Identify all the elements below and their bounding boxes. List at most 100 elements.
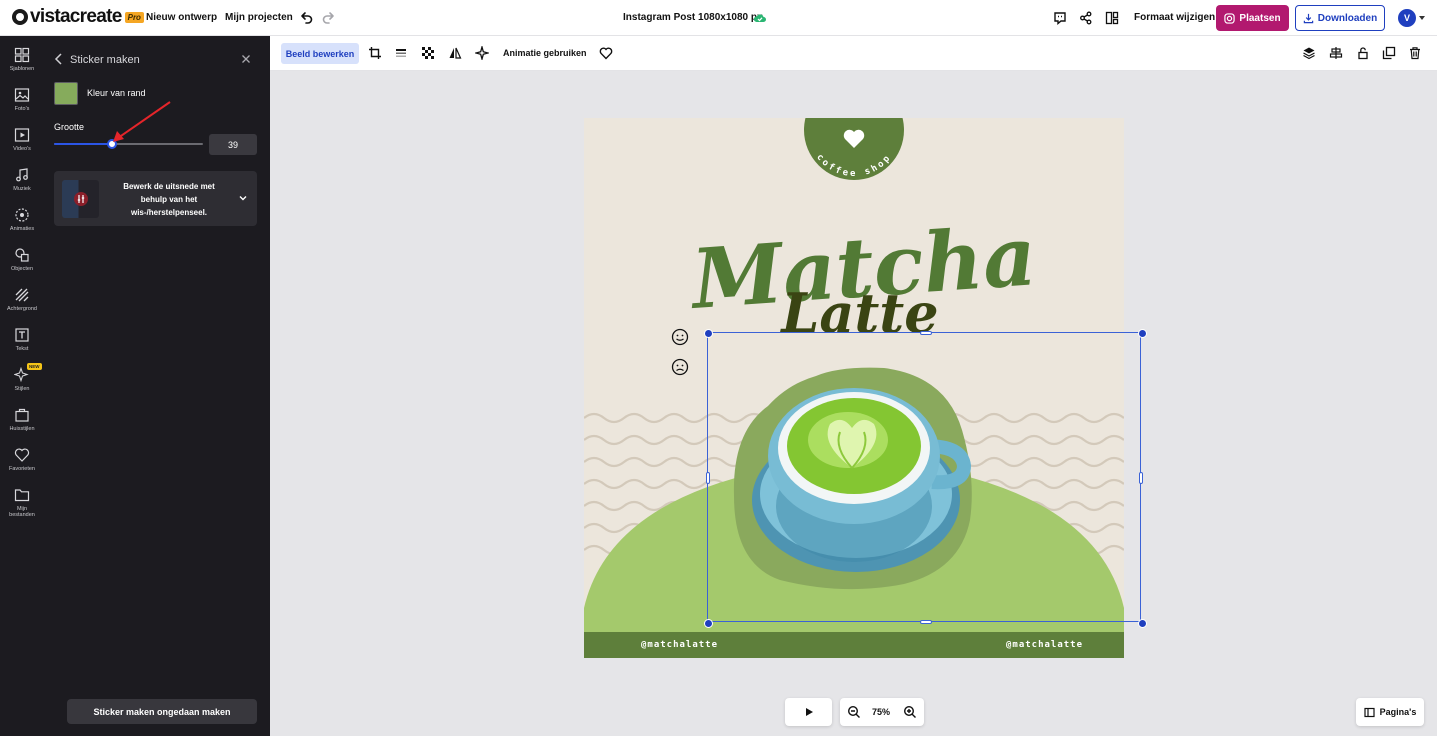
sidebar-item-objects[interactable]: Objecten	[0, 244, 44, 282]
play-icon	[805, 708, 813, 716]
zoom-out-icon[interactable]	[847, 705, 861, 719]
new-badge: NEW	[27, 363, 42, 370]
sidebar-item-label: Foto's	[14, 106, 30, 112]
sidebar-item-label: Favorieten	[9, 466, 35, 472]
sidebar-item-brand-kits[interactable]: Huisstijlen	[0, 404, 44, 442]
context-toolbar: Beeld bewerken Animatie gebruiken	[270, 36, 1437, 71]
design-artboard[interactable]: coffee shop Matcha Latte @matchalatte @m…	[584, 118, 1124, 658]
chevron-down-icon[interactable]	[238, 193, 248, 203]
folder-icon	[14, 489, 30, 502]
play-button[interactable]	[785, 698, 832, 726]
text-icon	[15, 328, 29, 342]
new-design-link[interactable]: Nieuw ontwerp	[146, 12, 217, 23]
my-projects-link[interactable]: Mijn projecten	[225, 12, 293, 23]
eraser-tip-text: Bewerk de uitsnede met behulp van het wi…	[123, 182, 215, 217]
social-handle-left: @matchalatte	[641, 640, 719, 650]
animation-icon	[15, 208, 29, 222]
layers-icon[interactable]	[1302, 46, 1316, 60]
sidebar-item-templates[interactable]: Sjablonen	[0, 44, 44, 82]
size-label: Grootte	[54, 122, 85, 132]
sidebar-item-favorites[interactable]: Favorieten	[0, 444, 44, 482]
logo-text: vistacreate	[30, 6, 122, 27]
pro-badge: Pro	[124, 11, 144, 23]
sidebar-item-label: Video's	[13, 146, 31, 152]
pages-button[interactable]: Pagina's	[1356, 698, 1424, 726]
sidebar-item-label: Achtergrond	[7, 306, 37, 312]
instagram-icon	[1224, 12, 1236, 24]
favorite-heart-icon[interactable]	[599, 46, 613, 60]
cloud-saved-icon	[753, 14, 766, 22]
photo-icon	[14, 88, 30, 102]
resize-handle-top-right[interactable]	[1137, 328, 1147, 338]
background-icon	[15, 288, 29, 302]
sidebar-item-my-files[interactable]: Mijn bestanden	[0, 484, 44, 522]
layout-icon[interactable]	[1104, 10, 1120, 26]
download-button[interactable]: Downloaden	[1295, 5, 1385, 31]
filters-icon[interactable]	[394, 46, 408, 60]
pages-panel-icon	[1364, 707, 1375, 717]
user-avatar[interactable]: V	[1398, 9, 1416, 27]
sidebar-item-label: Stijlen	[14, 386, 30, 392]
sidebar-item-music[interactable]: Muziek	[0, 164, 44, 202]
objects-icon	[15, 248, 29, 262]
logo-mark-icon	[12, 9, 28, 25]
back-arrow-icon[interactable]	[54, 53, 64, 65]
red-arrow-icon	[113, 101, 171, 142]
size-value-input[interactable]: 39	[209, 134, 257, 155]
comment-icon[interactable]	[1052, 10, 1068, 26]
redo-icon[interactable]	[321, 10, 337, 26]
sidebar-item-background[interactable]: Achtergrond	[0, 284, 44, 322]
frown-emoji-icon[interactable]	[671, 358, 689, 376]
trash-icon[interactable]	[1408, 46, 1422, 60]
publish-label: Plaatsen	[1239, 12, 1281, 24]
resize-handle-right[interactable]	[1139, 472, 1143, 484]
flip-icon[interactable]	[448, 46, 462, 60]
heart-icon	[14, 448, 30, 462]
design-graphic: coffee shop Matcha Latte	[584, 118, 1124, 658]
zoom-level[interactable]: 75%	[872, 707, 890, 717]
download-label: Downloaden	[1317, 12, 1378, 24]
transparency-icon[interactable]	[421, 46, 435, 60]
sidebar-item-photos[interactable]: Foto's	[0, 84, 44, 122]
share-icon[interactable]	[1078, 10, 1094, 26]
resize-handle-bottom-right[interactable]	[1137, 618, 1147, 628]
social-handle-right: @matchalatte	[1006, 640, 1084, 650]
undo-icon[interactable]	[298, 10, 314, 26]
sidebar-item-styles[interactable]: NEW Stijlen	[0, 363, 44, 402]
magic-sparkle-icon[interactable]	[475, 46, 489, 60]
close-icon[interactable]	[240, 53, 252, 65]
sidebar-item-animations[interactable]: Animaties	[0, 204, 44, 242]
sidebar-item-label: Objecten	[10, 266, 33, 272]
eraser-brush-thumbnail	[62, 180, 99, 218]
crop-icon[interactable]	[368, 46, 382, 60]
vistacreate-logo[interactable]: vistacreate Pro	[12, 6, 144, 27]
title-latte: Latte	[779, 281, 938, 345]
music-icon	[16, 168, 28, 182]
use-animation-button[interactable]: Animatie gebruiken	[503, 48, 587, 58]
align-icon[interactable]	[1329, 46, 1343, 60]
sidebar-item-label: Mijn bestanden	[9, 506, 35, 518]
publish-button[interactable]: Plaatsen	[1216, 5, 1289, 31]
sidebar-item-label: Huisstijlen	[9, 426, 35, 432]
lock-icon[interactable]	[1356, 46, 1370, 60]
sidebar-item-label: Sjablonen	[9, 66, 35, 72]
sidebar-item-videos[interactable]: Video's	[0, 124, 44, 162]
top-bar: vistacreate Pro Nieuw ontwerp Mijn proje…	[0, 0, 1437, 36]
account-menu-chevron-icon[interactable]	[1419, 16, 1425, 20]
duplicate-icon[interactable]	[1382, 46, 1396, 60]
brand-kit-icon	[15, 408, 29, 422]
sidebar-item-label: Tekst	[15, 346, 29, 352]
undo-sticker-button[interactable]: Sticker maken ongedaan maken	[67, 699, 257, 724]
border-color-label: Kleur van rand	[87, 88, 146, 98]
sidebar-item-label: Muziek	[13, 186, 31, 192]
smile-emoji-icon[interactable]	[671, 328, 689, 346]
sidebar-item-label: Animaties	[9, 226, 35, 232]
pages-label: Pagina's	[1379, 707, 1417, 717]
sidebar-item-text[interactable]: Tekst	[0, 324, 44, 362]
resize-format-button[interactable]: Formaat wijzigen	[1134, 12, 1215, 23]
eraser-tip-card[interactable]: Bewerk de uitsnede met behulp van het wi…	[54, 171, 257, 226]
zoom-in-icon[interactable]	[903, 705, 917, 719]
document-title[interactable]: Instagram Post 1080x1080 px	[623, 12, 763, 23]
edit-image-button[interactable]: Beeld bewerken	[281, 43, 359, 64]
border-color-swatch[interactable]	[54, 82, 78, 105]
